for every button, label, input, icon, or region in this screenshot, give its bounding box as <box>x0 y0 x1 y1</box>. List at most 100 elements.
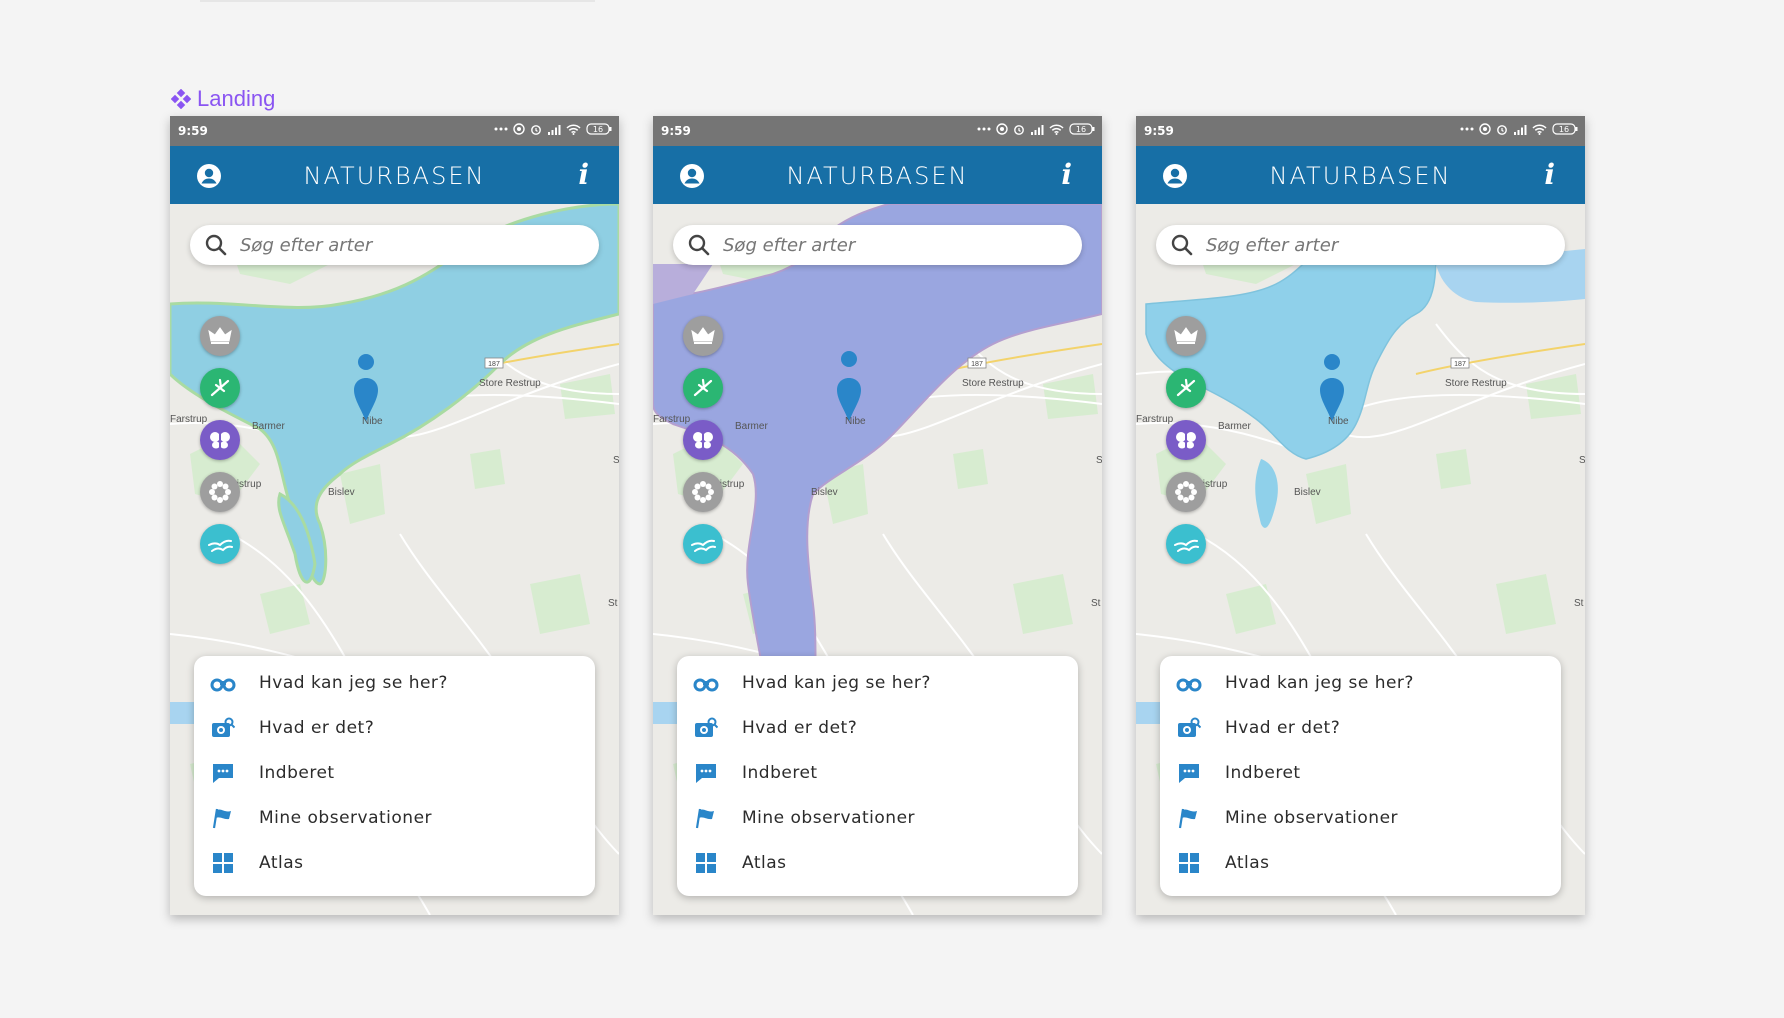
map-label-s-edge: S <box>1096 455 1102 466</box>
menu-item-1[interactable]: Hvad kan jeg se her? <box>677 663 1078 703</box>
menu-item-3[interactable]: Indberet <box>1160 753 1561 793</box>
menu-item-5[interactable]: Atlas <box>1160 843 1561 883</box>
search-bar[interactable] <box>190 225 599 265</box>
action-menu: Hvad kan jeg se her? Hvad er det? Indberet… <box>1160 656 1561 896</box>
menu-item-3[interactable]: Indberet <box>194 753 595 793</box>
menu-item-label: Mine observationer <box>1225 808 1399 828</box>
flower-icon <box>209 481 231 503</box>
category-crown-button[interactable] <box>1166 316 1206 356</box>
search-input[interactable] <box>238 233 542 257</box>
menu-item-2[interactable]: Hvad er det? <box>1160 708 1561 748</box>
menu-item-label: Mine observationer <box>259 808 433 828</box>
menu-item-1[interactable]: Hvad kan jeg se her? <box>194 663 595 703</box>
map-label-farstrup: Farstrup <box>1136 414 1174 425</box>
road-shield: 187 <box>967 357 987 369</box>
menu-item-4[interactable]: Mine observationer <box>1160 798 1561 838</box>
category-flower-button[interactable] <box>683 472 723 512</box>
camera-search-icon <box>210 715 236 741</box>
map-label-nibe: Nibe <box>845 416 866 427</box>
menu-item-2[interactable]: Hvad er det? <box>677 708 1078 748</box>
flying-bird-icon <box>208 539 233 552</box>
menu-item-label: Indberet <box>742 763 818 783</box>
map-label-bislev: Bislev <box>328 487 355 498</box>
category-crown-button[interactable] <box>200 316 240 356</box>
category-bird-button[interactable] <box>1166 368 1206 408</box>
status-bar: 9:59 16 <box>1136 116 1585 146</box>
search-input[interactable] <box>721 233 1025 257</box>
menu-item-4[interactable]: Mine observationer <box>677 798 1078 838</box>
info-icon[interactable]: i <box>1061 158 1072 191</box>
bird-icon <box>1176 378 1196 397</box>
menu-item-2[interactable]: Hvad er det? <box>194 708 595 748</box>
category-flying-bird-button[interactable] <box>200 524 240 564</box>
menu-item-label: Mine observationer <box>742 808 916 828</box>
battery-level: 16 <box>593 125 603 134</box>
menu-item-4[interactable]: Mine observationer <box>194 798 595 838</box>
status-icons: 16 <box>977 123 1095 135</box>
map-label-st-edge: St <box>1091 598 1101 609</box>
search-bar[interactable] <box>673 225 1082 265</box>
battery-level: 16 <box>1076 125 1086 134</box>
map-label-farstrup: Farstrup <box>170 414 208 425</box>
top-divider <box>200 0 595 2</box>
frame-label[interactable]: Landing <box>171 86 275 112</box>
butterfly-icon <box>1176 432 1196 449</box>
flying-bird-icon <box>691 539 716 552</box>
category-butterfly-button[interactable] <box>1166 420 1206 460</box>
water-left <box>170 702 196 724</box>
status-bar: 9:59 16 <box>170 116 619 146</box>
map-label-nibe: Nibe <box>1328 416 1349 427</box>
category-flying-bird-button[interactable] <box>683 524 723 564</box>
menu-item-5[interactable]: Atlas <box>677 843 1078 883</box>
road-187-label: 187 <box>971 361 983 368</box>
menu-item-label: Hvad er det? <box>1225 718 1341 738</box>
signal-icon <box>1031 124 1044 135</box>
road-shield: 187 <box>1450 357 1470 369</box>
map-label-bislev: Bislev <box>811 487 838 498</box>
water-left <box>1136 702 1162 724</box>
menu-item-label: Atlas <box>742 853 787 873</box>
menu-item-1[interactable]: Hvad kan jeg se her? <box>1160 663 1561 703</box>
search-icon <box>205 234 227 256</box>
phone-screen-green-outline: 9:59 16 NATURBASEN i 187 Store Restrup F… <box>170 116 619 915</box>
category-flower-button[interactable] <box>1166 472 1206 512</box>
menu-item-5[interactable]: Atlas <box>194 843 595 883</box>
search-icon <box>688 234 710 256</box>
category-crown-button[interactable] <box>683 316 723 356</box>
menu-item-label: Indberet <box>259 763 335 783</box>
more-dots-icon <box>1460 127 1474 131</box>
search-bar[interactable] <box>1156 225 1565 265</box>
butterfly-icon <box>693 432 713 449</box>
search-input[interactable] <box>1204 233 1508 257</box>
app-bar: NATURBASEN i <box>653 146 1102 204</box>
crown-icon <box>1174 327 1198 344</box>
battery-icon: 16 <box>1552 123 1578 135</box>
category-butterfly-button[interactable] <box>683 420 723 460</box>
category-flower-button[interactable] <box>200 472 240 512</box>
map-label-bislev: Bislev <box>1294 487 1321 498</box>
app-bar: NATURBASEN i <box>1136 146 1585 204</box>
category-butterfly-button[interactable] <box>200 420 240 460</box>
battery-level: 16 <box>1559 125 1569 134</box>
menu-item-label: Hvad er det? <box>259 718 375 738</box>
map-label-st-edge: St <box>1574 598 1584 609</box>
category-bird-button[interactable] <box>683 368 723 408</box>
binoculars-icon <box>1176 670 1202 696</box>
status-bar: 9:59 16 <box>653 116 1102 146</box>
info-icon[interactable]: i <box>578 158 589 191</box>
battery-icon: 16 <box>1069 123 1095 135</box>
alarm-icon <box>1497 125 1507 135</box>
status-icons: 16 <box>494 123 612 135</box>
phone-screen-purple-overlay: 9:59 16 NATURBASEN i 187 Store Restrup F… <box>653 116 1102 915</box>
menu-item-3[interactable]: Indberet <box>677 753 1078 793</box>
menu-item-label: Atlas <box>259 853 304 873</box>
menu-item-label: Hvad kan jeg se her? <box>1225 673 1414 693</box>
crown-icon <box>208 327 232 344</box>
more-dots-icon <box>494 127 508 131</box>
more-dots-icon <box>977 127 991 131</box>
flower-icon <box>1175 481 1197 503</box>
info-icon[interactable]: i <box>1544 158 1555 191</box>
category-flying-bird-button[interactable] <box>1166 524 1206 564</box>
map-label-farstrup: Farstrup <box>653 414 691 425</box>
category-bird-button[interactable] <box>200 368 240 408</box>
